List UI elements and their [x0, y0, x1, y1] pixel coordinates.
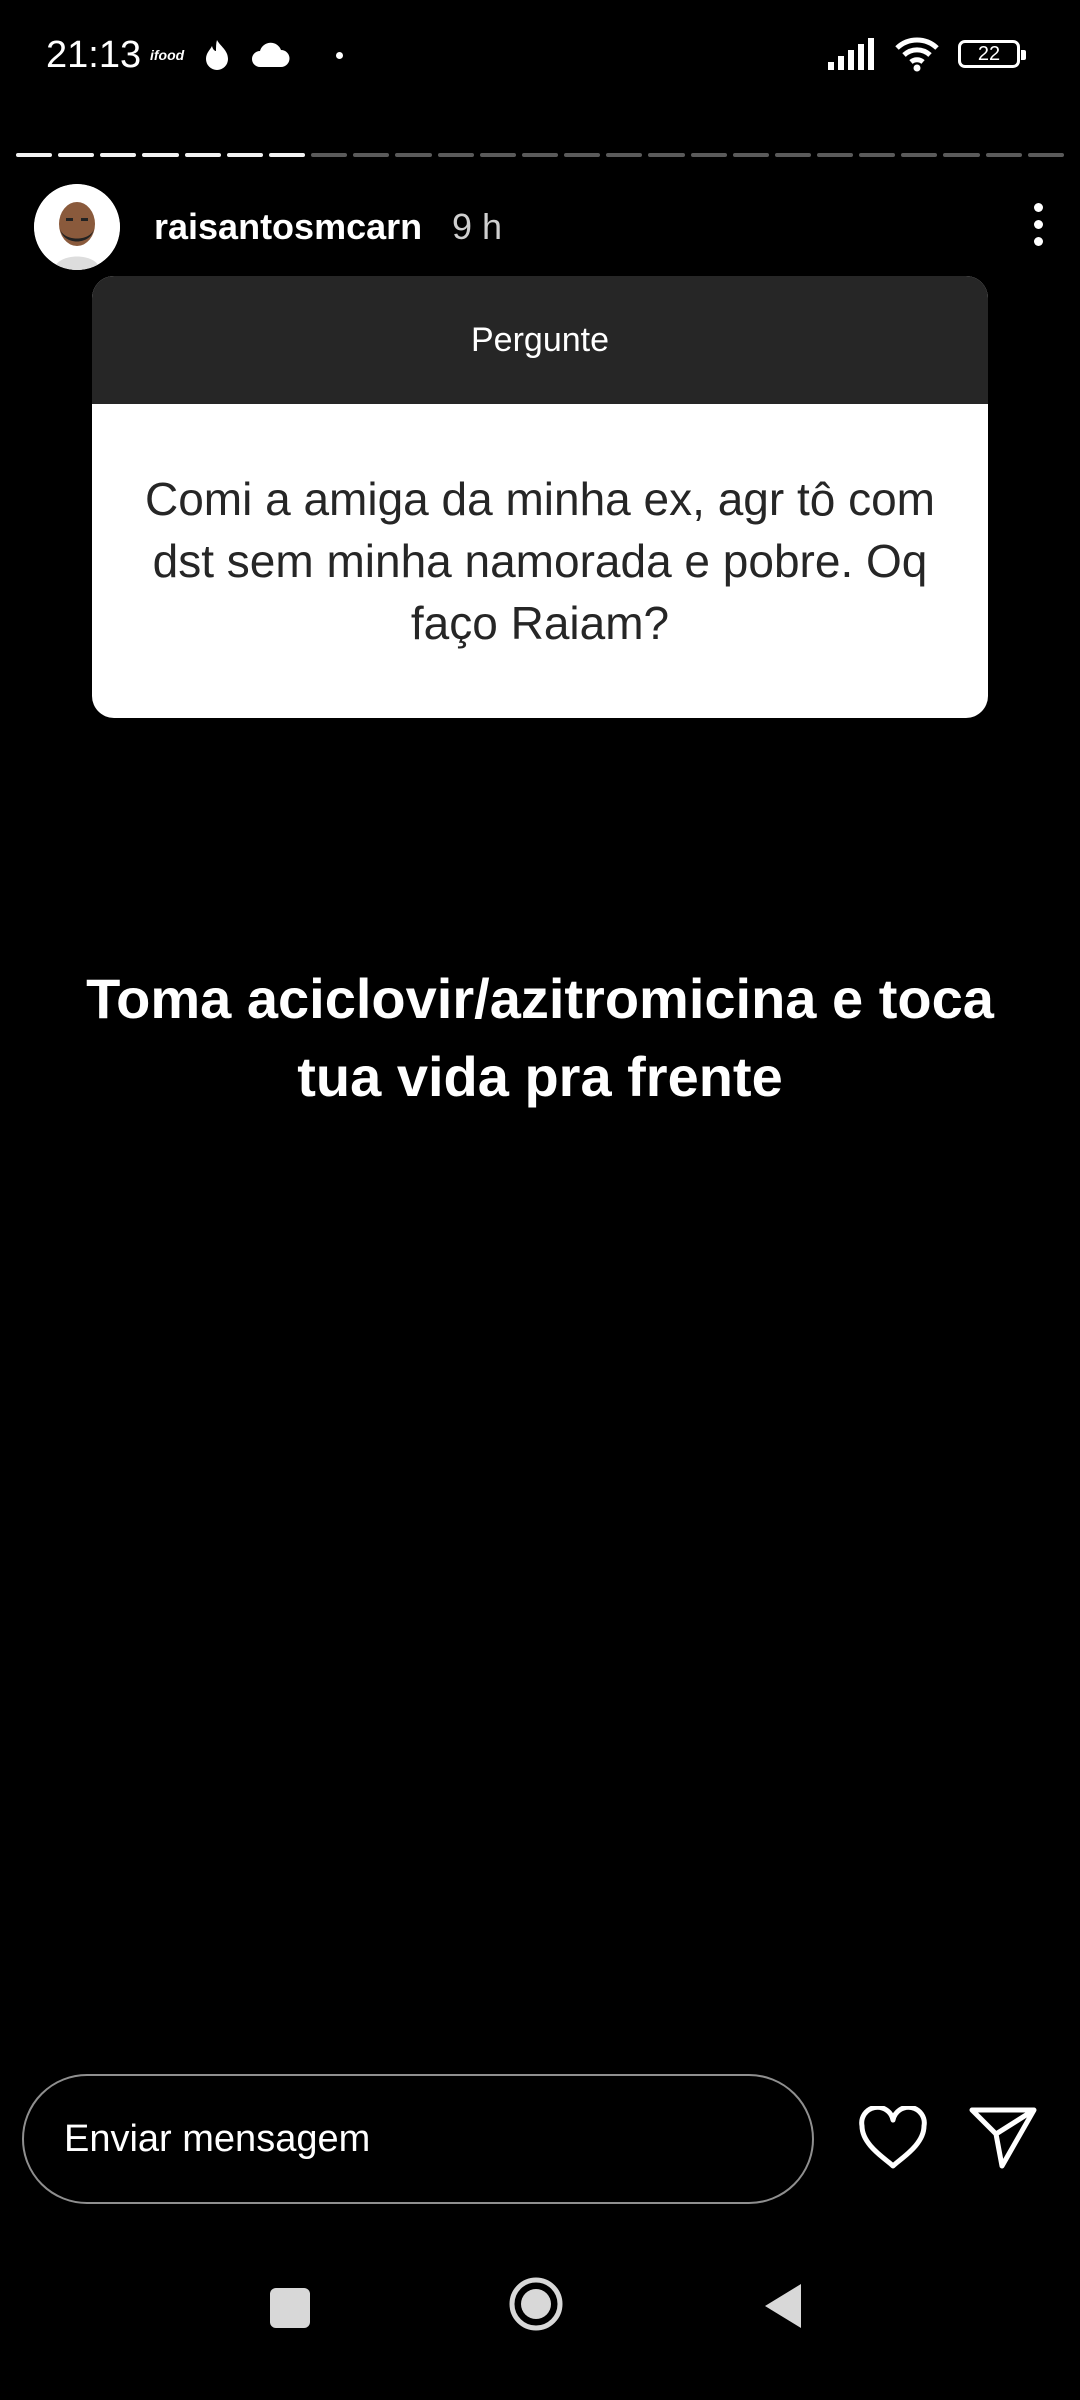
reply-message-field[interactable] [22, 2074, 814, 2204]
progress-segment [816, 153, 854, 157]
wifi-icon [895, 37, 939, 72]
cellular-signal-icon [828, 38, 874, 70]
more-options-icon[interactable] [1016, 194, 1060, 254]
paper-plane-icon[interactable] [968, 2104, 1038, 2170]
dot-icon [336, 51, 344, 59]
status-right: 22 [826, 36, 1026, 72]
battery-level: 22 [977, 43, 1001, 65]
progress-segment [58, 153, 95, 157]
story-username[interactable]: raisantosmcarn [154, 206, 422, 248]
progress-segment [859, 153, 896, 157]
progress-segment [311, 153, 348, 157]
progress-segment [774, 153, 811, 157]
progress-segment [943, 153, 980, 157]
tinder-flame-icon [206, 40, 229, 70]
progress-segment [479, 153, 516, 157]
home-circle-icon[interactable] [508, 2276, 564, 2332]
story-answer-text: Toma aciclovir/azitromicina e toca tua v… [86, 967, 994, 1108]
more-dot [1033, 202, 1043, 212]
question-sticker-text: Comi a amiga da minha ex, agr tô com dst… [144, 473, 936, 649]
more-dot [1033, 219, 1043, 229]
status-bar: 21:13 ifood 22 [0, 0, 1080, 110]
avatar[interactable] [34, 184, 120, 270]
progress-segment [901, 153, 938, 157]
cloud-icon [252, 42, 290, 67]
progress-segment [606, 153, 643, 157]
battery-indicator: 22 [958, 40, 1026, 68]
progress-segment [690, 153, 727, 157]
progress-segment [353, 153, 390, 157]
system-nav-bar [0, 2277, 1080, 2380]
story-header: raisantosmcarn 9 h [0, 180, 1080, 275]
status-time: 21:13 [46, 34, 142, 76]
progress-segment [732, 153, 769, 157]
progress-segment [521, 153, 559, 157]
heart-icon[interactable] [858, 2104, 928, 2170]
progress-segment [437, 153, 474, 157]
progress-segment [226, 153, 263, 157]
progress-segment [1027, 153, 1064, 157]
story-progress-bar [16, 153, 1064, 157]
question-sticker-header: Pergunte [92, 276, 988, 404]
progress-segment [184, 153, 221, 157]
progress-segment [16, 153, 53, 157]
avatar-face-icon [34, 184, 120, 270]
notification-icons: ifood [150, 38, 344, 72]
progress-segment [648, 153, 685, 157]
back-triangle-icon[interactable] [758, 2278, 808, 2334]
progress-segment [100, 153, 137, 157]
reply-message-input[interactable] [24, 2076, 812, 2202]
ifood-icon: ifood [150, 47, 185, 63]
progress-segment [268, 153, 306, 157]
story-time-ago: 9 h [452, 206, 503, 247]
progress-segment [395, 153, 432, 157]
progress-segment [564, 153, 601, 157]
more-dot [1033, 236, 1043, 246]
question-sticker[interactable]: Pergunte Comi a amiga da minha ex, agr t… [92, 276, 988, 718]
progress-segment [142, 153, 179, 157]
progress-segment [985, 153, 1022, 157]
recents-square-icon[interactable] [262, 2280, 318, 2336]
